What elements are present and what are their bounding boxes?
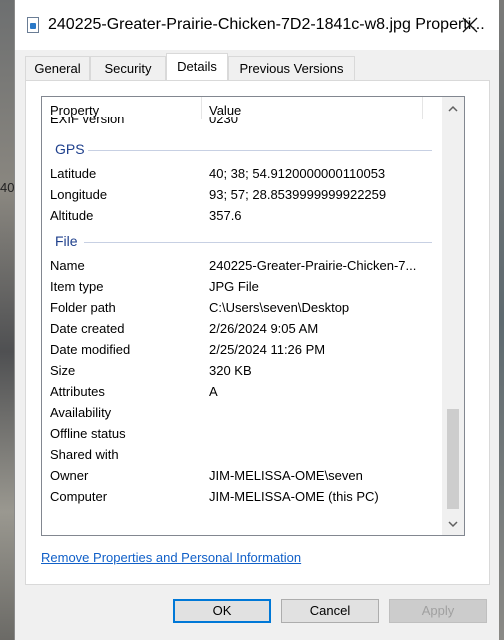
ok-button[interactable]: OK (173, 599, 271, 623)
row-property: Name (50, 258, 85, 273)
remove-properties-link[interactable]: Remove Properties and Personal Informati… (41, 550, 301, 565)
chevron-down-icon (448, 520, 458, 527)
column-divider[interactable] (422, 97, 423, 119)
chevron-up-icon (448, 105, 458, 112)
row-value[interactable]: 240225-Greater-Prairie-Chicken-7... (209, 258, 416, 273)
row-property: Date modified (50, 342, 131, 357)
tab-details[interactable]: Details (166, 53, 228, 81)
row-property: EXIF version (50, 117, 125, 126)
column-divider[interactable] (201, 97, 202, 119)
tab-previous-versions[interactable]: Previous Versions (228, 56, 355, 80)
row-property: Availability (50, 405, 112, 420)
row-value[interactable]: 2/25/2024 11:26 PM (209, 342, 325, 357)
list-item[interactable]: EXIF version 0230 (42, 117, 442, 126)
details-list[interactable]: Property Value EXIF version 0230 GPS Lat… (41, 96, 465, 536)
group-label-gps: GPS (55, 141, 85, 157)
row-value[interactable]: 93; 57; 28.8539999999922259 (209, 187, 386, 202)
title-bar[interactable]: 240225-Greater-Prairie-Chicken-7D2-1841c… (15, 0, 499, 50)
row-value[interactable]: A (209, 384, 218, 399)
row-value[interactable]: 320 KB (209, 363, 252, 378)
row-property: Offline status (50, 426, 126, 441)
row-property: Computer (50, 489, 108, 504)
row-property: Attributes (50, 384, 105, 399)
row-value[interactable]: C:\Users\seven\Desktop (209, 300, 349, 315)
row-property: Longitude (50, 187, 108, 202)
scroll-up-button[interactable] (442, 97, 464, 119)
row-value[interactable]: 357.6 (209, 208, 242, 223)
row-property: Date created (50, 321, 125, 336)
group-divider (84, 242, 432, 243)
row-value[interactable]: JIM-MELISSA-OME (this PC) (209, 489, 379, 504)
desktop-background-text: 40 (0, 180, 15, 195)
column-header-property[interactable]: Property (50, 103, 99, 118)
row-value[interactable]: 2/26/2024 9:05 AM (209, 321, 318, 336)
apply-button[interactable]: Apply (389, 599, 487, 623)
row-value[interactable]: 40; 38; 54.9120000000110053 (209, 166, 385, 181)
close-icon (462, 17, 478, 33)
row-property: Altitude (50, 208, 94, 223)
close-button[interactable] (455, 10, 485, 40)
row-property: Owner (50, 468, 89, 483)
tab-general[interactable]: General (25, 56, 90, 80)
column-header-value[interactable]: Value (209, 103, 241, 118)
row-value[interactable]: JIM-MELISSA-OME\seven (209, 468, 363, 483)
scroll-down-button[interactable] (442, 513, 464, 535)
scroll-thumb[interactable] (447, 409, 459, 509)
properties-dialog: 240225-Greater-Prairie-Chicken-7D2-1841c… (14, 0, 499, 640)
row-property: Size (50, 363, 76, 378)
vertical-scrollbar[interactable] (442, 97, 464, 535)
tab-security[interactable]: Security (90, 56, 166, 80)
row-property: Item type (50, 279, 104, 294)
group-label-file: File (55, 233, 78, 249)
desktop-background-left (0, 0, 14, 640)
row-value[interactable]: JPG File (209, 279, 259, 294)
row-value: 0230 (209, 117, 238, 126)
window-title: 240225-Greater-Prairie-Chicken-7D2-1841c… (48, 16, 485, 33)
group-divider (88, 150, 432, 151)
row-property: Folder path (50, 300, 116, 315)
row-property: Latitude (50, 166, 97, 181)
cancel-button[interactable]: Cancel (281, 599, 379, 623)
image-file-icon (27, 17, 39, 33)
row-property: Shared with (50, 447, 119, 462)
